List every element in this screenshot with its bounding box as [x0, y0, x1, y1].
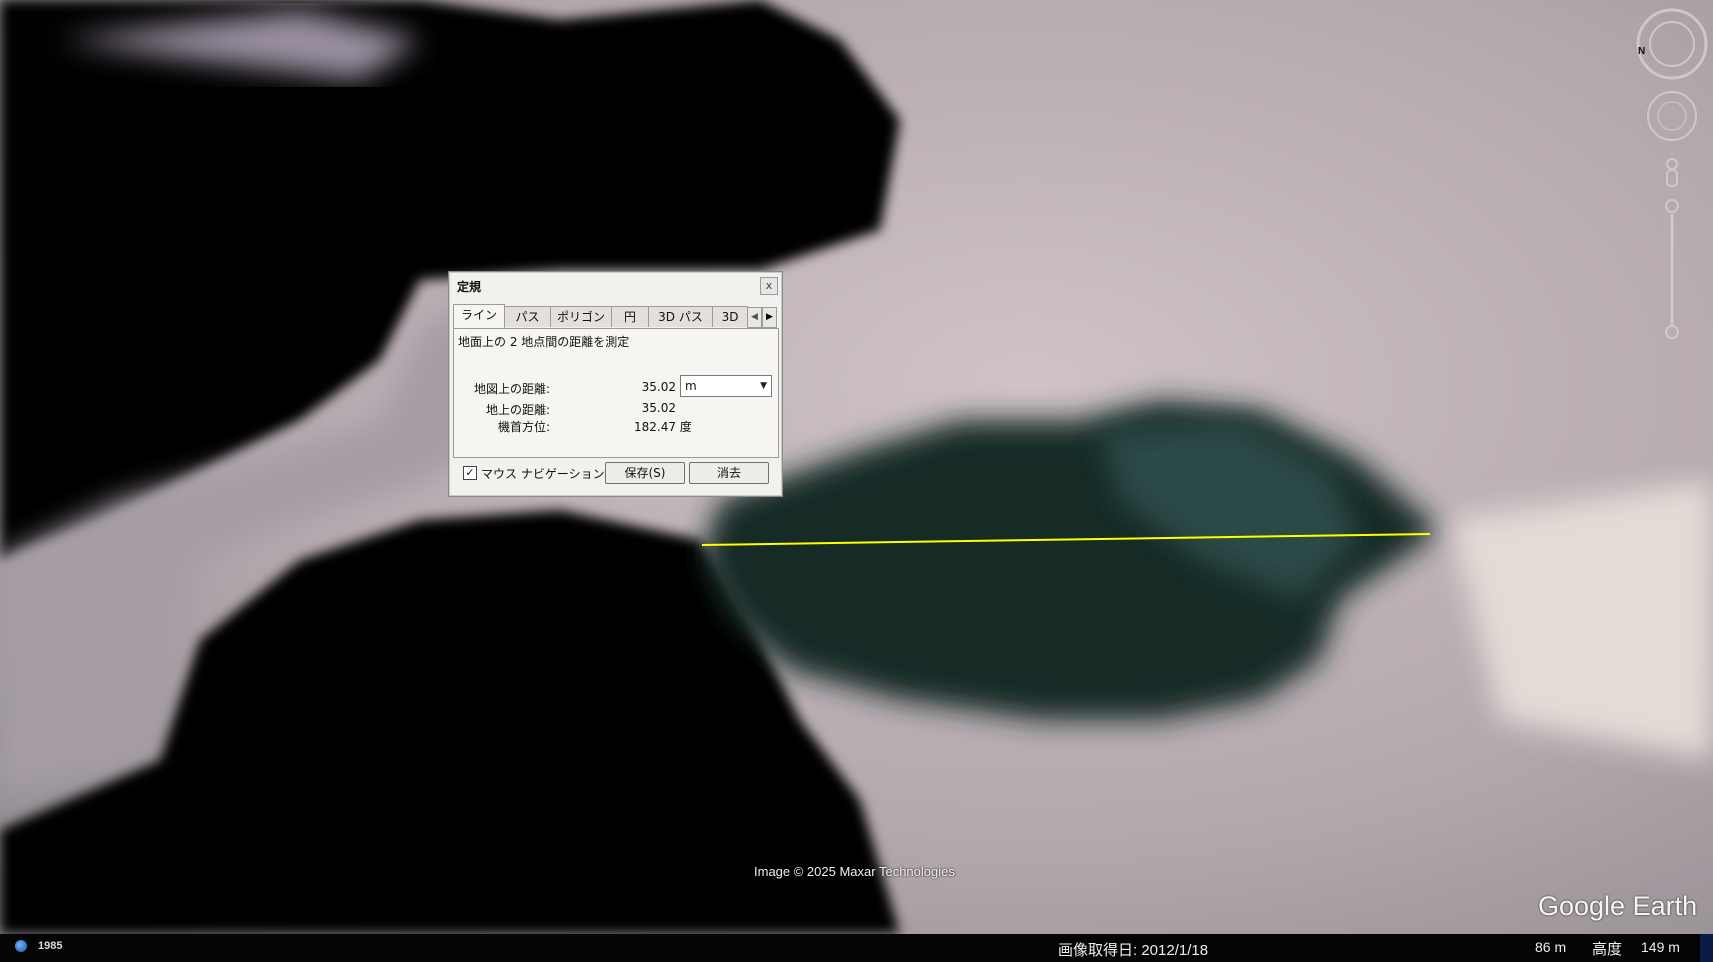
map-distance-value: 35.02 [641, 380, 676, 394]
tab-path[interactable]: パス [504, 306, 551, 327]
unit-select[interactable]: m ▼ [680, 375, 772, 397]
chevron-down-icon: ▼ [760, 381, 767, 391]
mouse-navigation-label[interactable]: マウス ナビゲーション [481, 465, 605, 482]
look-joystick[interactable] [1647, 91, 1697, 141]
ground-distance-label: 地上の距離: [485, 403, 550, 417]
compass-ring[interactable] [1636, 8, 1708, 80]
acquisition-date: 画像取得日: 2012/1/18 [1058, 942, 1209, 959]
save-button[interactable]: 保存(S) [605, 462, 685, 484]
altitude-label: 高度 [1592, 941, 1623, 958]
navigation-controls[interactable]: N [1636, 4, 1708, 344]
tab-scroll-left-icon[interactable]: ◀ [747, 307, 762, 328]
status-bar-edge [1700, 934, 1713, 962]
tab-line[interactable]: ライン [453, 304, 505, 328]
status-bar: 1985 画像取得日: 2012/1/18 86 m 高度 149 m [0, 934, 1713, 962]
imagery-credit: Image © 2025 Maxar Technologies [754, 864, 955, 879]
ruler-footer: ✓ マウス ナビゲーション 保存(S) 消去 [453, 462, 777, 488]
altitude-value: 149 m [1641, 939, 1680, 955]
historical-year: 1985 [38, 940, 63, 952]
close-button[interactable]: x [760, 277, 778, 295]
ruler-description: 地面上の 2 地点間の距離を測定 [458, 335, 630, 349]
heading-label: 機首方位: [497, 420, 550, 434]
tab-polygon[interactable]: ポリゴン [550, 306, 612, 327]
street-view-pegman-icon[interactable] [1666, 158, 1678, 187]
unit-selected: m [685, 379, 697, 393]
tab-3d-path[interactable]: 3D パス [648, 306, 713, 327]
map-distance-label: 地図上の距離: [473, 382, 550, 396]
satellite-imagery[interactable] [0, 0, 1713, 962]
ruler-title: 定規 [457, 280, 482, 294]
ruler-tabs: ライン パス ポリゴン 円 3D パス 3D ◀ ▶ [453, 304, 777, 328]
compass-north-label: N [1638, 46, 1645, 57]
map-viewport[interactable]: N 定規 x ライン パス ポリゴン 円 3D パス 3D ◀ ▶ 地面上の 2… [0, 0, 1713, 962]
tab-3d[interactable]: 3D [712, 306, 748, 327]
zoom-slider[interactable] [1665, 199, 1679, 339]
elevation-value: 86 m [1535, 939, 1567, 955]
ruler-panel: 地面上の 2 地点間の距離を測定 地図上の距離: 35.02 m ▼ 地上の距離… [453, 328, 779, 458]
clear-button[interactable]: 消去 [689, 462, 769, 484]
tab-scroll-right-icon[interactable]: ▶ [762, 307, 777, 328]
globe-icon[interactable] [15, 940, 27, 952]
heading-value: 182.47 度 [634, 420, 692, 434]
ground-distance-value: 35.02 [641, 401, 676, 415]
google-earth-logo: Google Earth [1538, 891, 1698, 921]
ruler-dialog: 定規 x ライン パス ポリゴン 円 3D パス 3D ◀ ▶ 地面上の 2 地… [448, 271, 783, 497]
mouse-navigation-checkbox[interactable]: ✓ [463, 466, 477, 480]
tab-circle[interactable]: 円 [611, 306, 649, 327]
